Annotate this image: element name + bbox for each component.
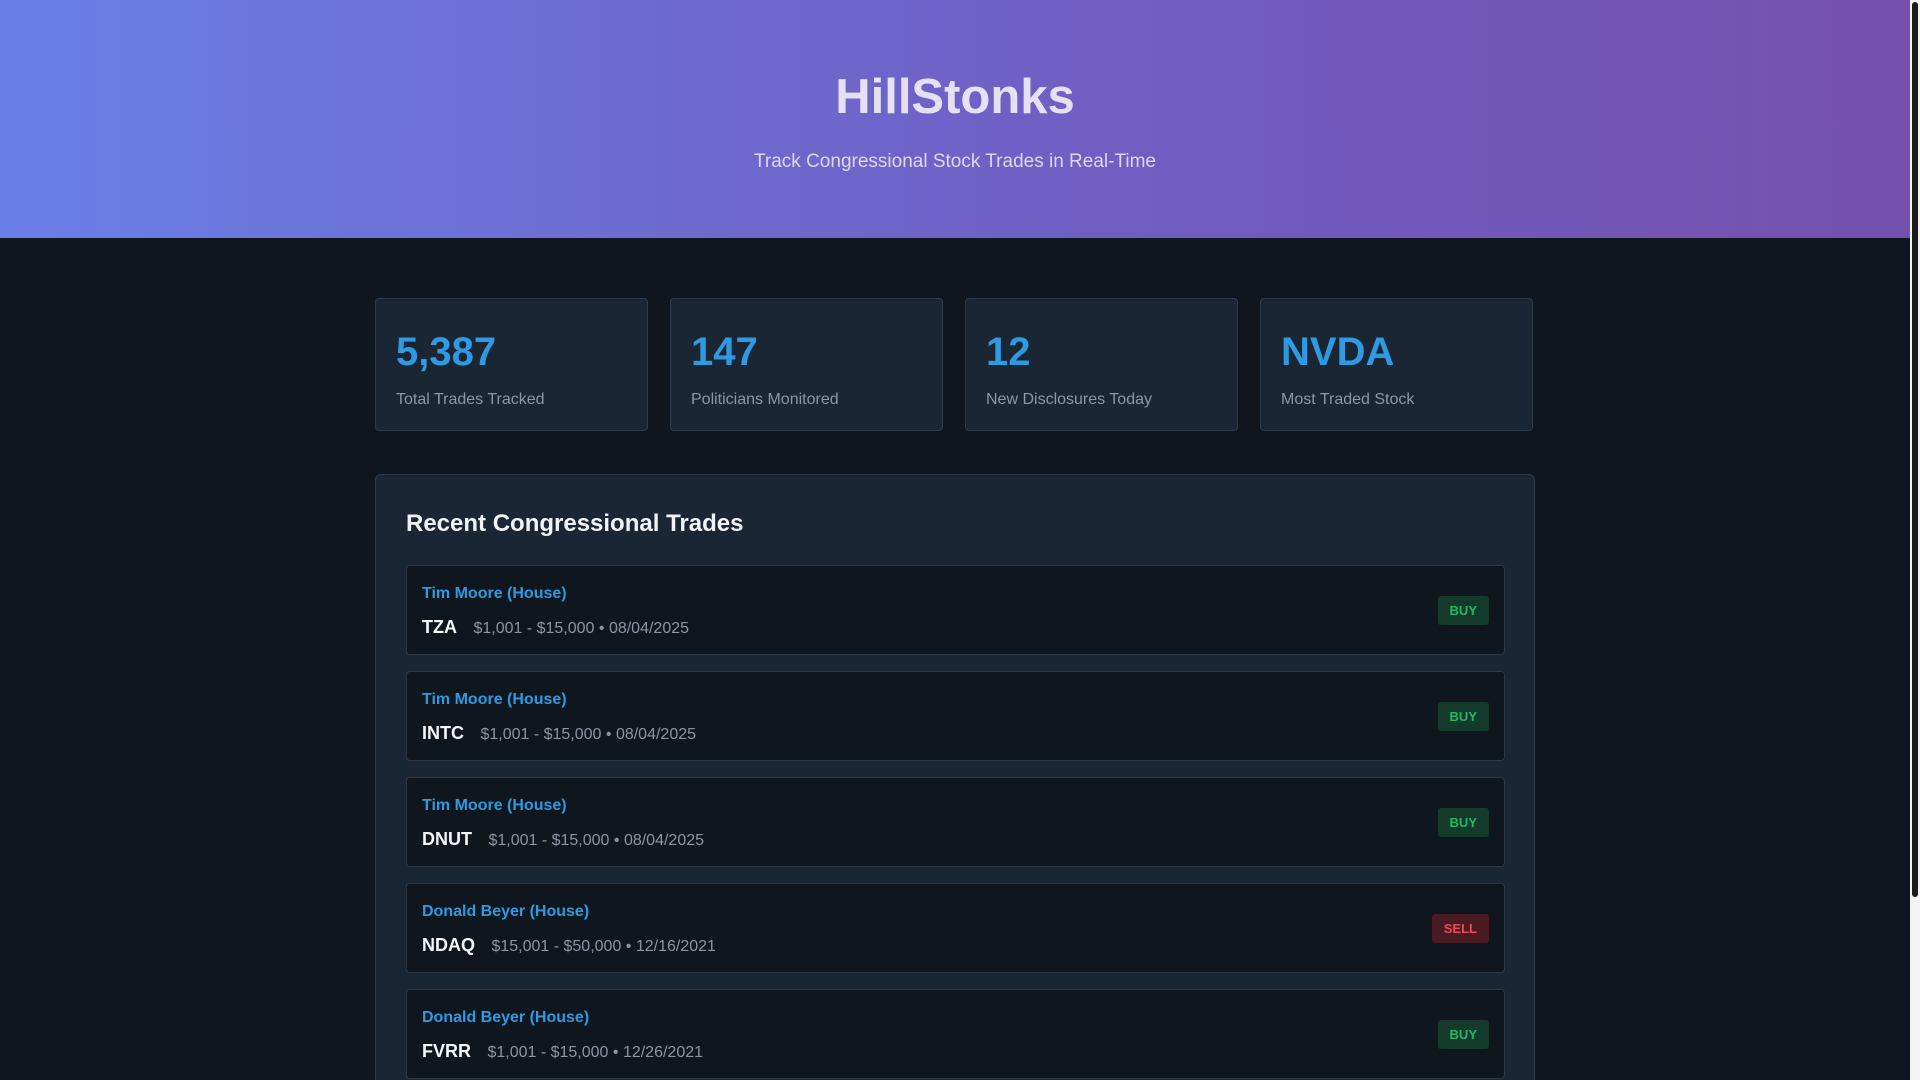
stat-label: Most Traded Stock [1281, 391, 1415, 408]
trade-item[interactable]: Donald Beyer (House) NDAQ $15,001 - $50,… [406, 883, 1505, 973]
stat-card-new-disclosures: 12 New Disclosures Today [965, 298, 1238, 431]
trade-type-badge: BUY [1437, 1020, 1489, 1049]
ticker-symbol[interactable]: INTC [422, 723, 464, 743]
trade-line: DNUT $1,001 - $15,000 • 08/04/2025 [422, 828, 704, 852]
politician-link[interactable]: Tim Moore (House) [422, 796, 567, 816]
trade-amount-date: $1,001 - $15,000 • 12/26/2021 [487, 1044, 704, 1061]
trade-item[interactable]: Tim Moore (House) INTC $1,001 - $15,000 … [406, 671, 1505, 761]
trade-type-badge: SELL [1431, 914, 1489, 943]
stat-value: 147 [691, 330, 758, 374]
trade-line: NDAQ $15,001 - $50,000 • 12/16/2021 [422, 934, 716, 958]
trade-line: FVRR $1,001 - $15,000 • 12/26/2021 [422, 1040, 703, 1064]
stat-label: New Disclosures Today [986, 391, 1152, 408]
trade-type-badge: BUY [1437, 596, 1489, 625]
trade-amount-date: $1,001 - $15,000 • 08/04/2025 [480, 726, 697, 743]
trade-amount-date: $15,001 - $50,000 • 12/16/2021 [491, 938, 716, 955]
stat-label: Total Trades Tracked [396, 391, 545, 408]
politician-link[interactable]: Donald Beyer (House) [422, 902, 589, 922]
page: HillStonks Track Congressional Stock Tra… [0, 0, 1920, 1080]
trade-line: INTC $1,001 - $15,000 • 08/04/2025 [422, 722, 696, 746]
ticker-symbol[interactable]: NDAQ [422, 935, 475, 955]
stat-label: Politicians Monitored [691, 391, 839, 408]
trade-amount-date: $1,001 - $15,000 • 08/04/2025 [488, 832, 705, 849]
trade-type-badge: BUY [1437, 808, 1489, 837]
site-title[interactable]: HillStonks [0, 68, 1910, 126]
vertical-scrollbar[interactable] [1910, 0, 1920, 1080]
trade-amount-date: $1,001 - $15,000 • 08/04/2025 [473, 620, 690, 637]
site-subtitle: Track Congressional Stock Trades in Real… [754, 151, 1156, 172]
ticker-symbol[interactable]: TZA [422, 617, 457, 637]
trade-item[interactable]: Tim Moore (House) TZA $1,001 - $15,000 •… [406, 565, 1505, 655]
stat-card-most-traded: NVDA Most Traded Stock [1260, 298, 1533, 431]
panel-title: Recent Congressional Trades [406, 510, 744, 537]
trade-type-badge: BUY [1437, 702, 1489, 731]
stat-value: 12 [986, 330, 1031, 374]
scrollbar-thumb[interactable] [1912, 2, 1918, 897]
recent-trades-panel: Recent Congressional Trades Tim Moore (H… [375, 474, 1535, 1080]
trade-line: TZA $1,001 - $15,000 • 08/04/2025 [422, 616, 689, 640]
stat-value: 5,387 [396, 330, 497, 374]
stat-card-total-trades: 5,387 Total Trades Tracked [375, 298, 648, 431]
ticker-symbol[interactable]: FVRR [422, 1041, 471, 1061]
trade-item[interactable]: Tim Moore (House) DNUT $1,001 - $15,000 … [406, 777, 1505, 867]
ticker-symbol[interactable]: DNUT [422, 829, 472, 849]
politician-link[interactable]: Tim Moore (House) [422, 690, 567, 710]
trade-item[interactable]: Donald Beyer (House) FVRR $1,001 - $15,0… [406, 989, 1505, 1079]
stat-card-politicians: 147 Politicians Monitored [670, 298, 943, 431]
stats-row: 5,387 Total Trades Tracked 147 Politicia… [375, 298, 1535, 433]
politician-link[interactable]: Donald Beyer (House) [422, 1008, 589, 1028]
politician-link[interactable]: Tim Moore (House) [422, 584, 567, 604]
stat-value: NVDA [1281, 330, 1395, 374]
hero-header: HillStonks Track Congressional Stock Tra… [0, 0, 1910, 238]
